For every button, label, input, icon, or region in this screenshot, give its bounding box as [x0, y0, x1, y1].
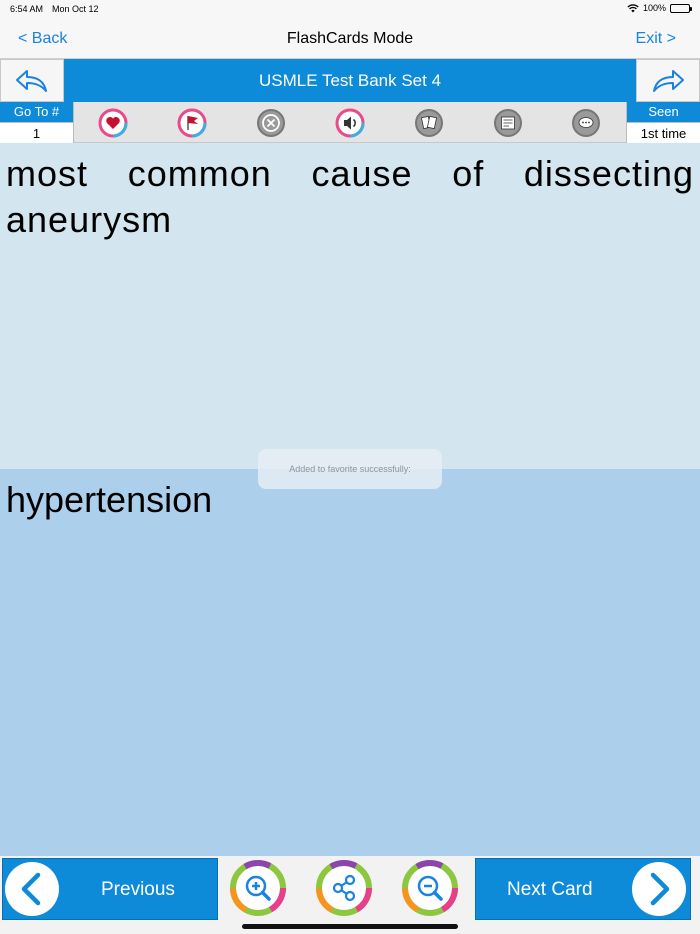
- cards-icon: [414, 108, 443, 137]
- favorite-icon: [98, 108, 128, 137]
- nav-title: FlashCards Mode: [286, 30, 414, 47]
- share-button[interactable]: [314, 858, 374, 918]
- zoom-in-icon: [230, 860, 286, 916]
- speaker-button[interactable]: [335, 108, 365, 138]
- speaker-icon: [335, 108, 365, 137]
- remove-icon: [257, 108, 286, 137]
- share-icon: [316, 860, 372, 916]
- curved-arrow-right-icon: [653, 69, 684, 92]
- answer-panel[interactable]: hypertension: [0, 469, 700, 856]
- status-bar: 6:54 AM Mon Oct 12 100%: [0, 0, 700, 18]
- question-panel[interactable]: most common cause of dissecting aneurysm: [0, 143, 700, 469]
- status-time: 6:54 AM: [10, 4, 44, 14]
- goto-box[interactable]: Go To # 1: [0, 102, 74, 143]
- flag-button[interactable]: [177, 108, 207, 138]
- flag-icon: [177, 108, 207, 137]
- remove-button[interactable]: [256, 108, 286, 138]
- comment-button[interactable]: [571, 108, 601, 138]
- goto-value[interactable]: 1: [0, 122, 73, 143]
- cards-button[interactable]: [414, 108, 444, 138]
- next-card-label: Next Card: [507, 879, 593, 900]
- tool-row: Go To # 1 Seen 1st time: [0, 102, 700, 143]
- nav-bar: < Back FlashCards Mode Exit >: [0, 18, 700, 59]
- notes-button[interactable]: [493, 108, 523, 138]
- comment-icon: [572, 108, 601, 137]
- home-indicator: [242, 924, 458, 929]
- goto-label: Go To #: [0, 102, 73, 122]
- zoom-in-button[interactable]: [228, 858, 288, 918]
- seen-value: 1st time: [627, 122, 700, 143]
- previous-button[interactable]: Previous: [2, 858, 218, 920]
- seen-box: Seen 1st time: [626, 102, 700, 143]
- toolbar-icons: [74, 102, 626, 143]
- status-date: Mon Oct 12: [52, 4, 99, 14]
- circle-left-icon: [5, 862, 59, 916]
- exit-button[interactable]: Exit >: [636, 30, 676, 48]
- battery-percent: 100%: [642, 3, 666, 13]
- redo-button[interactable]: [636, 59, 700, 102]
- circle-right-icon: [632, 862, 686, 916]
- bottom-bar: Previous Next Card: [0, 856, 700, 920]
- title-row: USMLE Test Bank Set 4: [0, 59, 700, 102]
- next-card-button[interactable]: Next Card: [475, 858, 691, 920]
- question-text: most common cause of dissecting aneurysm: [6, 153, 694, 240]
- zoom-out-button[interactable]: [400, 858, 460, 918]
- battery-icon: [670, 3, 692, 13]
- favorite-button[interactable]: [98, 108, 128, 138]
- set-title: USMLE Test Bank Set 4: [64, 59, 636, 102]
- seen-label: Seen: [627, 102, 700, 122]
- wifi-icon: [627, 3, 639, 12]
- undo-button[interactable]: [0, 59, 64, 102]
- previous-label: Previous: [101, 879, 175, 900]
- zoom-out-icon: [402, 860, 458, 916]
- curved-arrow-left-icon: [16, 69, 47, 92]
- notes-icon: [493, 108, 522, 137]
- toast-message: Added to favorite successfully:: [258, 449, 442, 489]
- status-right: 100%: [627, 3, 692, 13]
